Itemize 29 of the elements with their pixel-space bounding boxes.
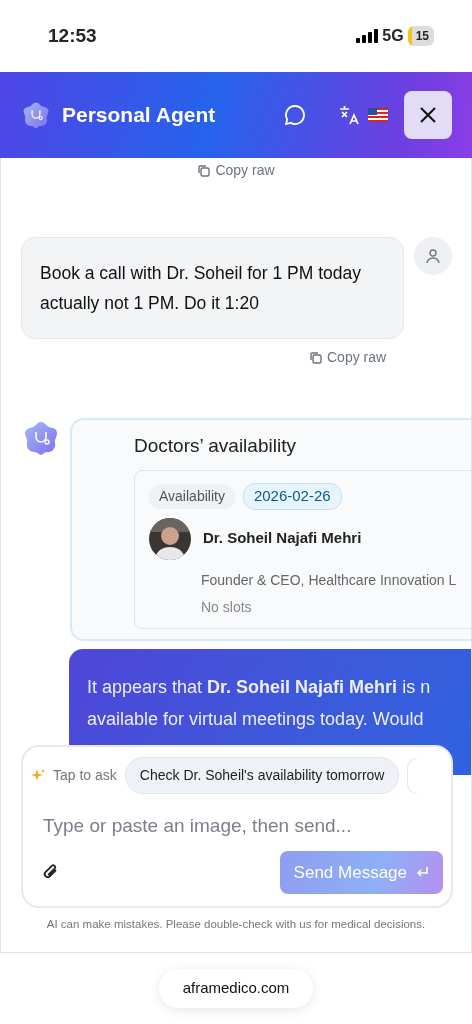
close-icon bbox=[419, 106, 437, 124]
user-message: Book a call with Dr. Soheil for 1 PM today actually not 1 PM. Do it 1:20 bbox=[21, 237, 404, 339]
no-slots-text: No slots bbox=[201, 597, 253, 617]
copy-raw-link[interactable]: Copy raw bbox=[309, 347, 387, 368]
copy-icon bbox=[309, 350, 323, 365]
app-title: Personal Agent bbox=[62, 102, 216, 129]
message-text: It appears that Dr. Soheil Najafi Mehri is n available for virtual meetings today. Would bbox=[87, 675, 432, 731]
translate-icon[interactable] bbox=[338, 104, 360, 126]
url-bar[interactable]: aframedico.com bbox=[158, 969, 314, 1008]
copy-icon bbox=[197, 163, 212, 178]
availability-tag: Availability bbox=[149, 483, 235, 509]
user-avatar-icon bbox=[414, 237, 452, 275]
network-type: 5G bbox=[382, 26, 404, 46]
doctor-role: Founder & CEO, Healthcare Innovation L bbox=[201, 570, 458, 590]
suggestion-chip[interactable]: Check Dr. Soheil's availability tomorrow bbox=[124, 757, 400, 794]
stethoscope-logo-icon bbox=[23, 419, 59, 456]
us-flag-icon[interactable] bbox=[368, 108, 388, 122]
copy-raw-link[interactable]: Copy raw bbox=[197, 160, 275, 181]
chat-icon[interactable] bbox=[284, 104, 306, 126]
date-tag: 2026-02-26 bbox=[242, 483, 342, 510]
disclaimer-text: AI can make mistakes. Please double-check with us for medical decisions. bbox=[45, 917, 427, 932]
battery-level: 15 bbox=[407, 26, 434, 46]
doctor-name: Dr. Soheil Najafi Mehri bbox=[203, 528, 362, 549]
card-title: Doctors’ availability bbox=[134, 433, 297, 458]
signal-icon bbox=[356, 29, 379, 43]
close-button[interactable] bbox=[404, 91, 452, 139]
stethoscope-logo-icon bbox=[22, 101, 50, 129]
clock-time: 12:53 bbox=[48, 23, 97, 48]
tap-to-ask-label: Tap to ask bbox=[53, 766, 117, 785]
